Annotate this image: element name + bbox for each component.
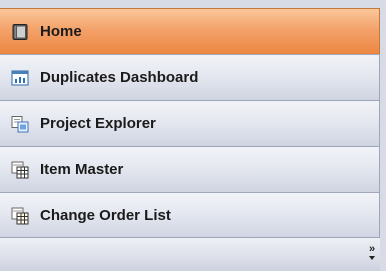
nav-item-label: Change Order List (40, 207, 171, 224)
nav-item-label: Project Explorer (40, 115, 156, 132)
navigation-pane-footer: » (0, 237, 380, 271)
dashboard-icon (10, 68, 30, 88)
dropdown-arrow-icon (369, 256, 375, 260)
change-order-list-icon (10, 206, 30, 226)
chevron-double-right-icon: » (368, 243, 376, 255)
nav-item-home[interactable]: Home (0, 8, 380, 55)
nav-item-label: Item Master (40, 161, 124, 178)
nav-item-label: Home (40, 23, 82, 40)
home-icon (10, 22, 30, 42)
nav-item-label: Duplicates Dashboard (40, 69, 199, 86)
project-explorer-icon (10, 114, 30, 134)
nav-item-project-explorer[interactable]: Project Explorer (0, 100, 380, 147)
navigation-pane: Home Duplicates Dashboard Project Explor (0, 0, 386, 271)
nav-item-item-master[interactable]: Item Master (0, 146, 380, 193)
nav-item-change-order-list[interactable]: Change Order List (0, 192, 380, 239)
nav-item-duplicates-dashboard[interactable]: Duplicates Dashboard (0, 54, 380, 101)
configure-buttons-button[interactable]: » (366, 244, 378, 266)
item-master-icon (10, 160, 30, 180)
